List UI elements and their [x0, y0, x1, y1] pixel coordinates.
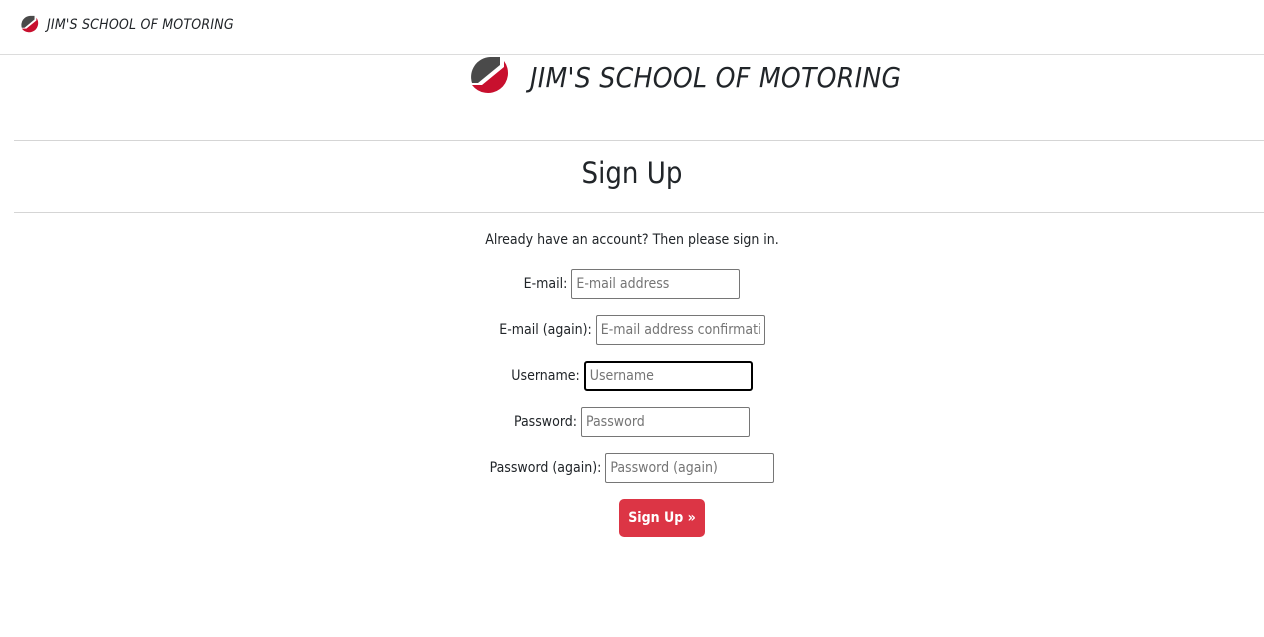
username-label: Username:: [511, 368, 580, 384]
navbar-brand-text: JIM'S SCHOOL OF MOTORING: [47, 17, 234, 33]
password-row: Password:: [0, 407, 1264, 437]
email-field[interactable]: [571, 269, 741, 299]
navbar: JIM'S SCHOOL OF MOTORING: [0, 0, 1264, 55]
email-confirm-field[interactable]: [595, 315, 765, 345]
email-row: E-mail:: [0, 269, 1264, 299]
jsm-logo-icon: [471, 57, 508, 93]
email-label: E-mail:: [523, 276, 568, 292]
password-confirm-label: Password (again):: [489, 460, 602, 476]
divider-bottom: [14, 212, 1264, 213]
hero-logo: JIM'S SCHOOL OF MOTORING: [468, 55, 901, 99]
jsm-logo-icon: [21, 15, 39, 33]
page-title: Sign Up: [581, 156, 683, 190]
password-label: Password:: [514, 414, 577, 430]
email-confirm-label: E-mail (again):: [499, 322, 592, 338]
username-row: Username:: [0, 361, 1264, 391]
hero-brand-text: JIM'S SCHOOL OF MOTORING: [530, 60, 902, 94]
email-confirm-row: E-mail (again):: [0, 315, 1264, 345]
password-field[interactable]: [581, 407, 750, 437]
divider-top: [14, 140, 1264, 141]
password-confirm-row: Password (again):: [0, 453, 1264, 483]
navbar-brand-link[interactable]: JIM'S SCHOOL OF MOTORING: [20, 15, 234, 35]
username-field[interactable]: [583, 361, 753, 391]
password-confirm-field[interactable]: [605, 453, 775, 483]
sign-in-prompt: Already have an account? Then please sig…: [485, 232, 779, 248]
sign-up-button[interactable]: Sign Up »: [619, 499, 705, 537]
